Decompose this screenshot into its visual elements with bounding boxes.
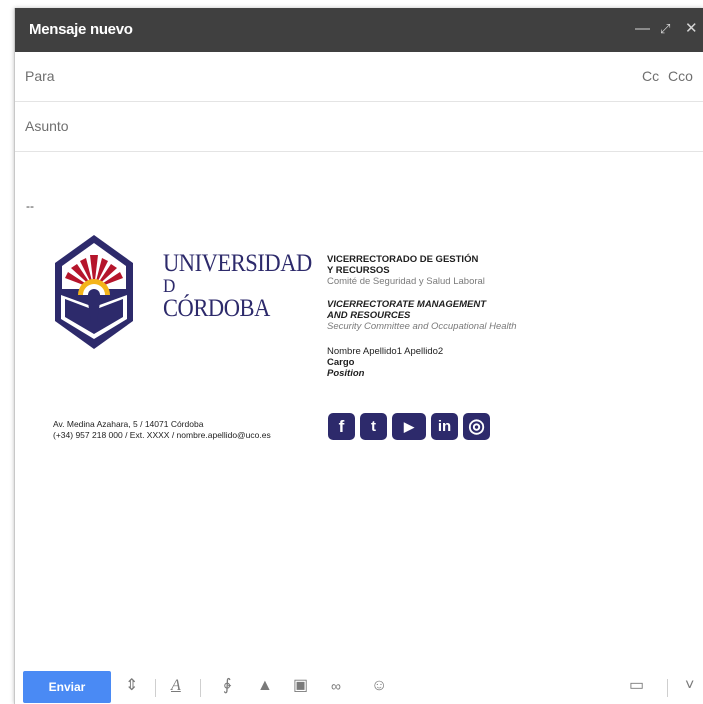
cc-link[interactable]: Cc (642, 68, 659, 84)
linkedin-icon[interactable]: in (431, 413, 458, 440)
twitter-icon[interactable]: t (360, 413, 387, 440)
to-label: Para (25, 68, 55, 84)
address-block: Av. Medina Azahara, 5 / 14071 Córdoba (+… (53, 419, 271, 441)
person-cargo: Cargo (327, 357, 355, 368)
compose-window: Mensaje nuevo — ⤢ ✕ Para Cc Cco Asunto -… (14, 8, 703, 704)
vice-es-line1: VICERRECTORADO DE GESTIÓN (327, 254, 479, 265)
university-name-line2: D (163, 276, 175, 297)
vice-es-line2: Y RECURSOS (327, 265, 390, 276)
trash-icon[interactable]: ▭ (629, 676, 644, 696)
toolbar-divider (155, 679, 156, 697)
drive-icon[interactable]: ▲ (257, 676, 273, 696)
attach-icon[interactable]: ∲ (223, 676, 231, 696)
minimize-icon[interactable]: — (635, 20, 650, 38)
signature-separator: -- (26, 199, 34, 213)
message-body[interactable]: -- UNIVERSIDAD D CÓRDOBA VICERRECTORADO … (15, 151, 703, 651)
vice-rectorate-block: VICERRECTORADO DE GESTIÓN Y RECURSOS Com… (327, 254, 627, 379)
address-line1: Av. Medina Azahara, 5 / 14071 Córdoba (53, 419, 204, 429)
vice-en-line1: VICERRECTORATE MANAGEMENT (327, 299, 487, 310)
toolbar-divider (667, 679, 668, 697)
to-field[interactable]: Para Cc Cco (15, 52, 703, 102)
send-button[interactable]: Enviar (23, 671, 111, 703)
university-name-line1: UNIVERSIDAD (163, 250, 312, 277)
emoji-icon[interactable]: ☺ (371, 676, 387, 696)
expand-icon[interactable]: ⤢ (660, 20, 670, 38)
window-title: Mensaje nuevo (29, 21, 133, 38)
link-icon[interactable]: ∞ (331, 676, 341, 696)
university-logo (55, 235, 133, 349)
instagram-icon[interactable]: ◎ (463, 413, 490, 440)
address-line2: (+34) 957 218 000 / Ext. XXXX / nombre.a… (53, 430, 271, 440)
format-icon[interactable]: A (171, 676, 181, 696)
university-name-line3: CÓRDOBA (163, 295, 270, 322)
person-name: Nombre Apellido1 Apellido2 (327, 346, 444, 357)
compose-toolbar: Enviar ⇕ A ∲ ▲ ▣ ∞ ☺ ▭ ˅ (15, 662, 703, 704)
more-options-icon[interactable]: ˅ (685, 676, 694, 696)
close-icon[interactable]: ✕ (685, 20, 698, 38)
compose-titlebar[interactable]: Mensaje nuevo — ⤢ ✕ (15, 8, 703, 52)
facebook-icon[interactable]: f (328, 413, 355, 440)
university-name: UNIVERSIDAD D CÓRDOBA (163, 251, 312, 322)
youtube-icon[interactable]: ▶ (392, 413, 426, 440)
vice-en-line2: AND RESOURCES (327, 310, 411, 321)
photo-icon[interactable]: ▣ (293, 676, 308, 696)
vice-en-dept: Security Committee and Occupational Heal… (327, 321, 517, 332)
more-send-options-icon[interactable]: ⇕ (125, 676, 138, 696)
subject-field[interactable]: Asunto (15, 102, 703, 152)
vice-es-dept: Comité de Seguridad y Salud Laboral (327, 276, 485, 287)
toolbar-divider (200, 679, 201, 697)
bcc-link[interactable]: Cco (668, 68, 693, 84)
person-position: Position (327, 368, 365, 379)
subject-label: Asunto (25, 118, 69, 134)
